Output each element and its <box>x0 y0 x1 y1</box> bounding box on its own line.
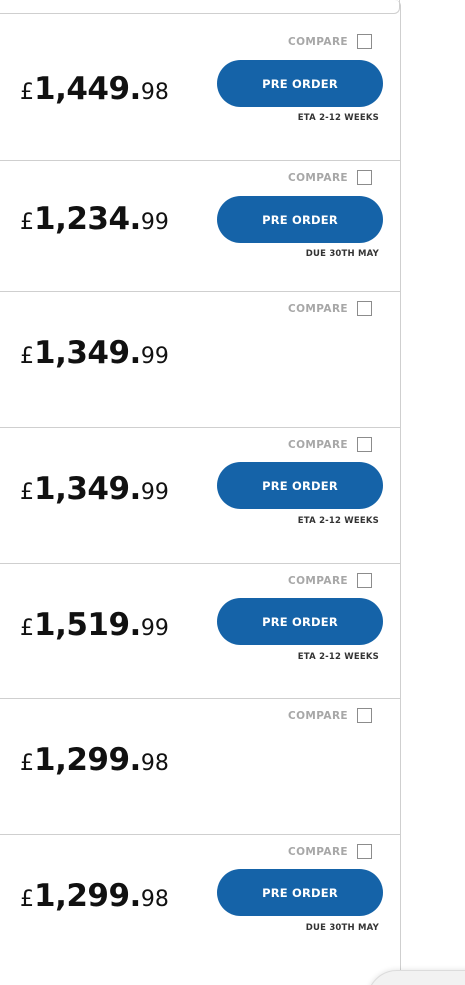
compare-label: COMPARE <box>288 438 348 451</box>
compare-label: COMPARE <box>288 709 348 722</box>
currency-symbol: £ <box>20 480 34 505</box>
product-price: £ 1,519. 99 <box>20 607 169 643</box>
product-row: COMPARE £ 1,234. 99 PRE ORDER DUE 30TH M… <box>0 161 400 292</box>
currency-symbol: £ <box>20 751 34 776</box>
pre-order-button[interactable]: PRE ORDER <box>217 196 383 243</box>
availability-note: DUE 30TH MAY <box>305 249 379 259</box>
compare-toggle[interactable]: COMPARE <box>288 301 372 316</box>
product-price: £ 1,299. 98 <box>20 878 169 914</box>
price-pence: 98 <box>140 80 169 105</box>
price-pence: 98 <box>140 751 169 776</box>
compare-label: COMPARE <box>288 574 348 587</box>
currency-symbol: £ <box>20 210 34 235</box>
product-price: £ 1,234. 99 <box>20 201 169 237</box>
currency-symbol: £ <box>20 887 34 912</box>
price-whole: 1,299. <box>34 878 141 914</box>
price-whole: 1,449. <box>34 71 141 107</box>
availability-note: DUE 30TH MAY <box>305 923 379 933</box>
price-pence: 99 <box>140 344 169 369</box>
product-row: COMPARE £ 1,349. 99 <box>0 292 400 428</box>
price-pence: 99 <box>140 616 169 641</box>
compare-checkbox[interactable] <box>357 844 372 859</box>
product-row: COMPARE £ 1,349. 99 PRE ORDER ETA 2-12 W… <box>0 428 400 564</box>
product-row: COMPARE £ 1,299. 98 PRE ORDER DUE 30TH M… <box>0 835 400 985</box>
compare-label: COMPARE <box>288 302 348 315</box>
compare-toggle[interactable]: COMPARE <box>288 708 372 723</box>
pre-order-button[interactable]: PRE ORDER <box>217 869 383 916</box>
product-price: £ 1,299. 98 <box>20 742 169 778</box>
product-price: £ 1,349. 99 <box>20 471 169 507</box>
product-list: COMPARE £ 1,449. 98 PRE ORDER ETA 2-12 W… <box>0 0 401 985</box>
price-whole: 1,349. <box>34 471 141 507</box>
availability-note: ETA 2-12 WEEKS <box>297 516 379 526</box>
product-price: £ 1,449. 98 <box>20 71 169 107</box>
price-pence: 99 <box>140 480 169 505</box>
compare-label: COMPARE <box>288 845 348 858</box>
compare-toggle[interactable]: COMPARE <box>288 170 372 185</box>
availability-note: ETA 2-12 WEEKS <box>297 652 379 662</box>
compare-checkbox[interactable] <box>357 301 372 316</box>
compare-toggle[interactable]: COMPARE <box>288 437 372 452</box>
product-price: £ 1,349. 99 <box>20 335 169 371</box>
compare-checkbox[interactable] <box>357 437 372 452</box>
compare-toggle[interactable]: COMPARE <box>288 844 372 859</box>
price-whole: 1,349. <box>34 335 141 371</box>
currency-symbol: £ <box>20 80 34 105</box>
product-list-page: COMPARE £ 1,449. 98 PRE ORDER ETA 2-12 W… <box>0 0 465 985</box>
compare-checkbox[interactable] <box>357 170 372 185</box>
product-row: COMPARE £ 1,519. 99 PRE ORDER ETA 2-12 W… <box>0 564 400 699</box>
compare-checkbox[interactable] <box>357 708 372 723</box>
compare-checkbox[interactable] <box>357 573 372 588</box>
price-pence: 99 <box>140 210 169 235</box>
currency-symbol: £ <box>20 344 34 369</box>
price-pence: 98 <box>140 887 169 912</box>
availability-note: ETA 2-12 WEEKS <box>297 113 379 123</box>
pre-order-button[interactable]: PRE ORDER <box>217 462 383 509</box>
compare-label: COMPARE <box>288 171 348 184</box>
compare-checkbox[interactable] <box>357 34 372 49</box>
compare-toggle[interactable]: COMPARE <box>288 34 372 49</box>
compare-toggle[interactable]: COMPARE <box>288 573 372 588</box>
product-row: COMPARE £ 1,299. 98 <box>0 699 400 835</box>
product-row: COMPARE £ 1,449. 98 PRE ORDER ETA 2-12 W… <box>0 15 400 161</box>
pre-order-button[interactable]: PRE ORDER <box>217 598 383 645</box>
compare-label: COMPARE <box>288 35 348 48</box>
pre-order-button[interactable]: PRE ORDER <box>217 60 383 107</box>
price-whole: 1,519. <box>34 607 141 643</box>
price-whole: 1,234. <box>34 201 141 237</box>
currency-symbol: £ <box>20 616 34 641</box>
price-whole: 1,299. <box>34 742 141 778</box>
